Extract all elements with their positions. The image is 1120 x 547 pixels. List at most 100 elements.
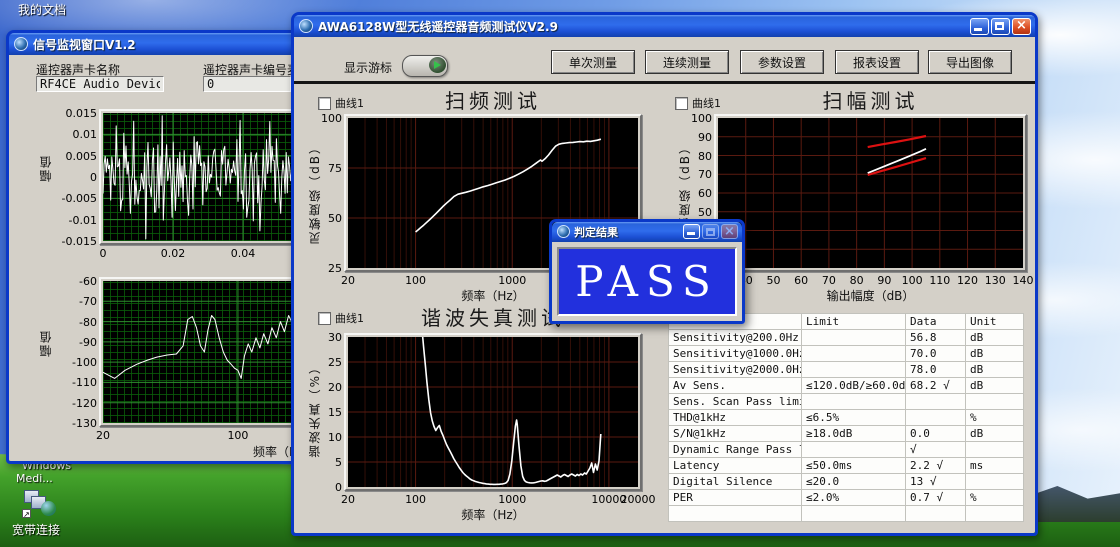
axis-tick-label: -130 bbox=[53, 417, 97, 430]
axis-tick-label: 20000 bbox=[616, 493, 660, 506]
table-cell bbox=[966, 394, 1024, 410]
table-row: Av Sens.≤120.0dB/≥60.0dB68.2 √dB bbox=[669, 378, 1024, 394]
axis-tick-label: 1000 bbox=[490, 493, 534, 506]
dialog-maximize-button[interactable] bbox=[702, 224, 719, 239]
axis-tick-label: 25 bbox=[298, 356, 342, 369]
axis-tick-label: 10 bbox=[298, 431, 342, 444]
table-row bbox=[669, 506, 1024, 522]
axis-tick-label: 90 bbox=[668, 131, 712, 144]
table-row: THD@1kHz≤6.5%% bbox=[669, 410, 1024, 426]
amp-chart-title: 扫幅测试 bbox=[718, 85, 1023, 114]
table-cell: dB bbox=[966, 426, 1024, 442]
amp-plot bbox=[718, 118, 1023, 268]
axis-tick-label: 20 bbox=[298, 381, 342, 394]
parameter-settings-button[interactable]: 参数设置 bbox=[740, 50, 824, 74]
table-cell: Latency bbox=[669, 458, 802, 474]
table-header-cell: Unit bbox=[966, 314, 1024, 330]
desktop-icon-media-label2[interactable]: Medi... bbox=[16, 472, 53, 485]
minimize-button[interactable] bbox=[970, 18, 989, 35]
table-cell: Sens. Scan Pass limit bbox=[669, 394, 802, 410]
axis-tick-label: 5 bbox=[298, 456, 342, 469]
continuous-measure-button[interactable]: 连续测量 bbox=[645, 50, 729, 74]
axis-tick-label: 70 bbox=[668, 168, 712, 181]
axis-tick-label: 0.01 bbox=[53, 128, 97, 141]
desktop-icon-my-documents[interactable]: 我的文档 bbox=[18, 1, 66, 18]
table-cell bbox=[906, 506, 966, 522]
monitor-window-icon bbox=[14, 37, 28, 51]
table-cell: Sensitivity@200.0Hz bbox=[669, 330, 802, 346]
table-cell: 68.2 √ bbox=[906, 378, 966, 394]
axis-tick-label: 15 bbox=[298, 406, 342, 419]
axis-tick-label: 25 bbox=[298, 262, 342, 275]
checkbox-icon bbox=[318, 97, 331, 110]
axis-tick-label: 0.02 bbox=[151, 247, 195, 260]
table-cell: S/N@1kHz bbox=[669, 426, 802, 442]
table-cell: dB bbox=[966, 346, 1024, 362]
amp-curve-checkbox[interactable]: 曲线1 bbox=[675, 95, 721, 111]
table-cell bbox=[966, 506, 1024, 522]
axis-tick-label: 100 bbox=[394, 274, 438, 287]
table-cell: 0.7 √ bbox=[906, 490, 966, 506]
result-dialog-titlebar[interactable]: 判定结果 × bbox=[552, 222, 742, 242]
table-cell bbox=[802, 362, 906, 378]
desktop-icon-broadband-label[interactable]: 宽带连接 bbox=[12, 521, 60, 538]
table-cell bbox=[966, 474, 1024, 490]
export-image-button[interactable]: 导出图像 bbox=[928, 50, 1012, 74]
table-cell: Sensitivity@2000.0Hz bbox=[669, 362, 802, 378]
table-row: Sensitivity@1000.0Hz70.0dB bbox=[669, 346, 1024, 362]
axis-tick-label: 0 bbox=[81, 247, 125, 260]
axis-tick-label: 1000 bbox=[490, 274, 534, 287]
axis-tick-label: 20 bbox=[326, 274, 370, 287]
maximize-button[interactable] bbox=[991, 18, 1010, 35]
table-row: Sens. Scan Pass limit bbox=[669, 394, 1024, 410]
desktop: 我的文档 Windows Medi... ↗ 宽带连接 信号监视窗口V1.2 遥… bbox=[0, 0, 1120, 547]
axis-tick-label: 75 bbox=[298, 162, 342, 175]
axis-tick-label: -0.005 bbox=[53, 192, 97, 205]
table-cell: % bbox=[966, 490, 1024, 506]
axis-tick-label: -0.015 bbox=[53, 235, 97, 248]
table-row: PER≤2.0%0.7 √% bbox=[669, 490, 1024, 506]
table-cell bbox=[906, 394, 966, 410]
dialog-close-button[interactable]: × bbox=[721, 224, 738, 239]
axis-tick-label: 0.015 bbox=[53, 107, 97, 120]
table-cell: % bbox=[966, 410, 1024, 426]
axis-tick-label: 100 bbox=[216, 429, 260, 442]
sweep-chart-title: 扫频测试 bbox=[348, 85, 638, 114]
axis-tick-label: -0.01 bbox=[53, 214, 97, 227]
dialog-minimize-button[interactable] bbox=[683, 224, 700, 239]
main-window-titlebar[interactable]: AWA6128W型无线遥控器音频测试仪V2.9 × bbox=[294, 15, 1035, 37]
table-cell: ms bbox=[966, 458, 1024, 474]
axis-tick-label: -60 bbox=[53, 275, 97, 288]
axis-tick-label: 0.005 bbox=[53, 150, 97, 163]
single-measure-button[interactable]: 单次测量 bbox=[551, 50, 635, 74]
table-cell bbox=[966, 442, 1024, 458]
globe-icon bbox=[41, 501, 56, 516]
report-settings-button[interactable]: 报表设置 bbox=[835, 50, 919, 74]
table-cell: dB bbox=[966, 362, 1024, 378]
table-cell: 2.2 √ bbox=[906, 458, 966, 474]
axis-tick-label: 0 bbox=[53, 171, 97, 184]
table-cell: 13 √ bbox=[906, 474, 966, 490]
table-cell: ≤6.5% bbox=[802, 410, 906, 426]
thd-plot bbox=[348, 337, 638, 487]
table-cell: 78.0 bbox=[906, 362, 966, 378]
main-window-title: AWA6128W型无线遥控器音频测试仪V2.9 bbox=[318, 18, 558, 35]
table-row: Sensitivity@2000.0Hz 78.0dB bbox=[669, 362, 1024, 378]
table-cell bbox=[802, 506, 906, 522]
soundcard-name-field[interactable] bbox=[36, 76, 164, 92]
monitor-spectrum-ylabel: 幅值 bbox=[37, 329, 54, 357]
broadband-connection-icon[interactable]: ↗ bbox=[22, 488, 56, 518]
pass-result-panel: PASS bbox=[557, 247, 737, 316]
axis-tick-label: 20 bbox=[326, 493, 370, 506]
close-button[interactable]: × bbox=[1012, 18, 1031, 35]
table-row: Latency≤50.0ms2.2 √ms bbox=[669, 458, 1024, 474]
axis-tick-label: 60 bbox=[668, 187, 712, 200]
axis-tick-label: 100 bbox=[394, 493, 438, 506]
table-cell: ≤20.0 bbox=[802, 474, 906, 490]
axis-tick-label: 50 bbox=[298, 212, 342, 225]
soundcard-number-field[interactable] bbox=[203, 76, 291, 92]
toggle-knob-icon bbox=[429, 57, 446, 73]
table-row: Digital Silence≤20.013 √ bbox=[669, 474, 1024, 490]
axis-tick-label: -110 bbox=[53, 376, 97, 389]
cursor-toggle[interactable] bbox=[402, 55, 448, 77]
